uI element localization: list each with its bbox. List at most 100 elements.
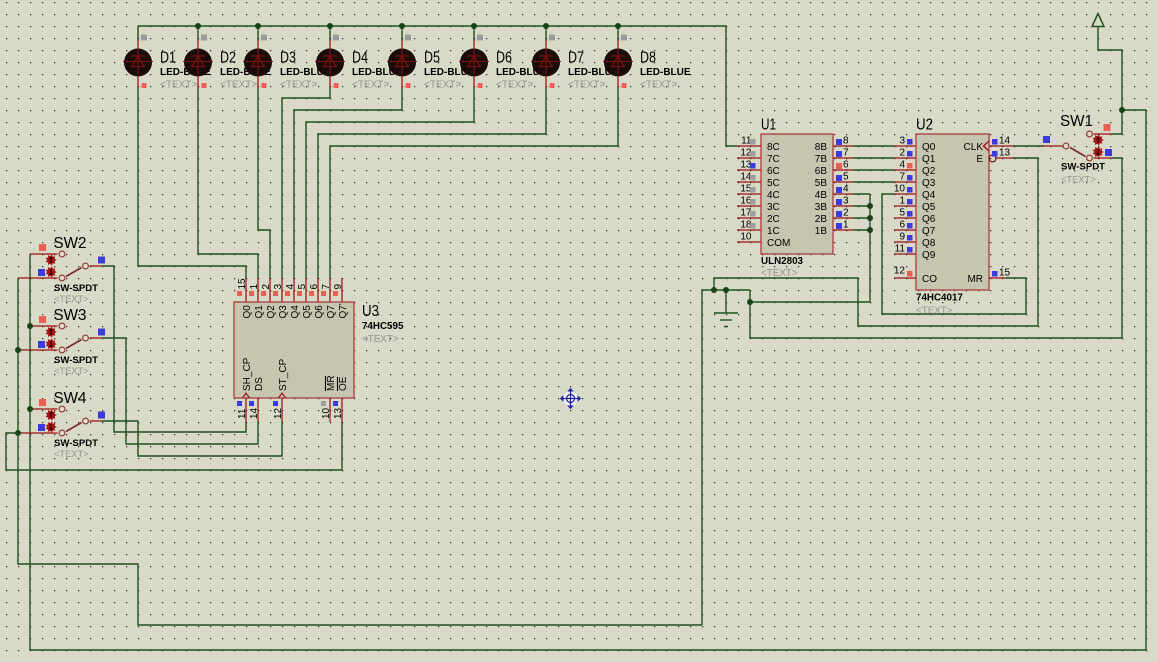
svg-text:4: 4 <box>285 284 296 290</box>
svg-text:14: 14 <box>249 407 260 419</box>
svg-text:3: 3 <box>843 196 849 207</box>
svg-text:D8: D8 <box>640 50 656 67</box>
svg-text:E: E <box>976 154 983 165</box>
svg-text:15: 15 <box>237 278 248 290</box>
svg-text:SW1: SW1 <box>1060 113 1093 130</box>
svg-text:9: 9 <box>899 232 905 243</box>
svg-text:<TEXT>: <TEXT> <box>761 268 798 279</box>
svg-text:Q7': Q7' <box>338 303 349 318</box>
svg-text:11: 11 <box>895 244 906 255</box>
svg-text:8: 8 <box>843 136 849 147</box>
svg-text:Q3: Q3 <box>922 178 936 189</box>
svg-text:7B: 7B <box>815 154 828 165</box>
svg-text:7: 7 <box>899 172 905 183</box>
svg-text:Q7: Q7 <box>922 226 936 237</box>
svg-text:SW3: SW3 <box>54 307 87 324</box>
svg-text:SW2: SW2 <box>54 235 87 252</box>
svg-text:7: 7 <box>321 284 332 290</box>
svg-text:74HC4017: 74HC4017 <box>916 293 963 304</box>
svg-text:6: 6 <box>309 284 320 290</box>
svg-text:<TEXT>: <TEXT> <box>280 80 317 91</box>
svg-text:12: 12 <box>894 266 906 277</box>
svg-text:SW-SPDT: SW-SPDT <box>54 438 98 448</box>
svg-text:Q6: Q6 <box>314 305 325 319</box>
svg-text:<TEXT>: <TEXT> <box>160 80 197 91</box>
svg-text:6C: 6C <box>767 166 780 177</box>
svg-text:D4: D4 <box>352 50 368 67</box>
svg-text:SW-SPDT: SW-SPDT <box>54 283 98 293</box>
svg-text:D3: D3 <box>280 50 296 67</box>
svg-text:SW-SPDT: SW-SPDT <box>54 355 98 365</box>
svg-text:10: 10 <box>740 232 752 243</box>
svg-text:15: 15 <box>999 268 1011 279</box>
svg-text:D2: D2 <box>220 50 236 67</box>
svg-text:<TEXT>: <TEXT> <box>496 80 533 91</box>
svg-text:2: 2 <box>843 208 849 219</box>
svg-text:D1: D1 <box>160 50 176 67</box>
svg-text:74HC595: 74HC595 <box>362 321 404 332</box>
svg-text:10: 10 <box>321 407 332 419</box>
svg-text:<TEXT>: <TEXT> <box>220 80 257 91</box>
svg-text:1B: 1B <box>815 226 828 237</box>
svg-text:SW-SPDT: SW-SPDT <box>1061 162 1105 172</box>
svg-text:LED-BLUE: LED-BLUE <box>640 67 691 78</box>
svg-text:4C: 4C <box>767 190 780 201</box>
svg-text:Q5: Q5 <box>302 305 313 319</box>
svg-text:U3: U3 <box>362 303 379 320</box>
svg-text:Q5: Q5 <box>922 202 936 213</box>
svg-text:8B: 8B <box>815 142 828 153</box>
svg-text:4B: 4B <box>815 190 828 201</box>
svg-text:1: 1 <box>899 196 905 207</box>
svg-text:5C: 5C <box>767 178 780 189</box>
svg-text:D6: D6 <box>496 50 512 67</box>
svg-text:SH_CP: SH_CP <box>242 357 253 391</box>
svg-text:3C: 3C <box>767 202 780 213</box>
svg-text:SW4: SW4 <box>54 390 87 407</box>
svg-text:7C: 7C <box>767 154 780 165</box>
svg-text:10: 10 <box>894 184 906 195</box>
svg-text:Q0: Q0 <box>922 142 936 153</box>
svg-text:Q2: Q2 <box>922 166 936 177</box>
svg-text:Q4: Q4 <box>290 305 301 319</box>
svg-text:DS: DS <box>254 377 265 391</box>
svg-text:<TEXT>: <TEXT> <box>54 366 89 376</box>
svg-text:6: 6 <box>899 220 905 231</box>
svg-text:13: 13 <box>999 148 1011 159</box>
svg-text:2: 2 <box>899 148 905 159</box>
svg-text:Q8: Q8 <box>922 238 936 249</box>
svg-text:6B: 6B <box>815 166 828 177</box>
svg-text:U2: U2 <box>916 117 933 134</box>
svg-text:2C: 2C <box>767 214 780 225</box>
svg-text:D5: D5 <box>424 50 440 67</box>
svg-text:4: 4 <box>843 184 849 195</box>
svg-text:ULN2803: ULN2803 <box>761 256 804 267</box>
svg-text:13: 13 <box>333 407 344 419</box>
svg-text:9: 9 <box>333 284 344 290</box>
svg-text:Q1: Q1 <box>254 305 265 319</box>
svg-text:3: 3 <box>899 136 905 147</box>
svg-text:1C: 1C <box>767 226 780 237</box>
svg-text:6: 6 <box>843 160 849 171</box>
svg-text:1: 1 <box>843 220 849 231</box>
svg-text:Q1: Q1 <box>922 154 936 165</box>
svg-text:OE: OE <box>338 376 349 391</box>
svg-text:5: 5 <box>843 172 849 183</box>
svg-text:Q0: Q0 <box>242 305 253 319</box>
svg-text:1: 1 <box>249 284 260 290</box>
svg-text:Q7: Q7 <box>326 305 337 319</box>
svg-text:2: 2 <box>261 284 272 290</box>
svg-text:Q9: Q9 <box>922 250 936 261</box>
svg-text:MR: MR <box>326 375 337 391</box>
svg-text:14: 14 <box>999 136 1011 147</box>
svg-text:8C: 8C <box>767 142 780 153</box>
svg-text:5: 5 <box>297 284 308 290</box>
svg-text:2B: 2B <box>815 214 828 225</box>
svg-text:4: 4 <box>899 160 905 171</box>
svg-text:3B: 3B <box>815 202 828 213</box>
svg-text:U1: U1 <box>761 117 776 134</box>
svg-text:<TEXT>: <TEXT> <box>568 80 605 91</box>
svg-text:<TEXT>: <TEXT> <box>1061 175 1096 185</box>
svg-text:COM: COM <box>767 238 790 249</box>
svg-text:ST_CP: ST_CP <box>278 358 289 391</box>
svg-text:3: 3 <box>273 284 284 290</box>
